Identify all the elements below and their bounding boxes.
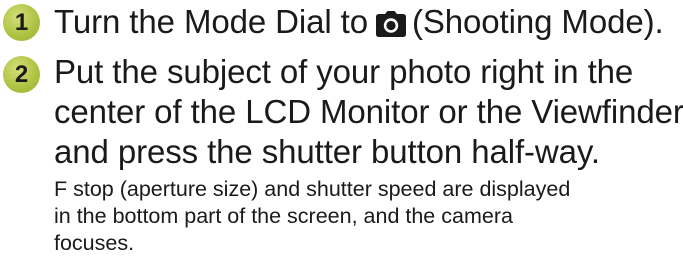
step-2-instruction-line: Put the subject of your photo right in t… (54, 53, 634, 90)
step-1-text-before-icon: Turn the Mode Dial to (54, 3, 368, 40)
step-number-badge: 1 (3, 4, 40, 41)
step-2-instruction-line: and press the shutter button half-way. (54, 133, 600, 170)
camera-icon (376, 6, 406, 46)
step-number-badge: 2 (3, 56, 40, 93)
step-2-note-line: focuses. (54, 231, 135, 255)
step-1-text-after-icon: (Shooting Mode). (412, 3, 664, 40)
step-2-note-line: in the bottom part of the screen, and th… (54, 204, 513, 228)
step-2-instruction-line: center of the LCD Monitor or the Viewfin… (54, 93, 683, 130)
step-1-instruction: Turn the Mode Dial to (Shooting Mode). (54, 2, 664, 46)
step-2-note-line: F stop (aperture size) and shutter speed… (54, 177, 571, 201)
step-2-instruction: Put the subject of your photo right in t… (54, 52, 683, 172)
step-2-note: F stop (aperture size) and shutter speed… (54, 176, 570, 257)
